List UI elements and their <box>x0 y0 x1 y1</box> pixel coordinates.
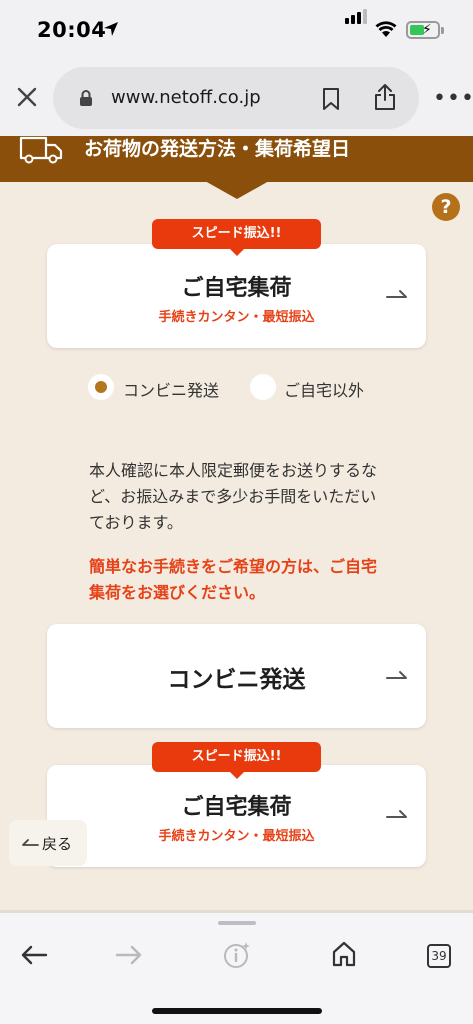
bookmark-icon[interactable] <box>321 87 341 111</box>
conbini-shipping-card[interactable]: コンビニ発送 <box>47 624 426 728</box>
url-text: www.netoff.co.jp <box>111 87 261 108</box>
section-title: お荷物の発送方法・集荷希望日 <box>84 138 351 160</box>
arrow-right-icon <box>386 290 407 298</box>
status-time: 20:04 <box>37 18 107 42</box>
lock-icon <box>80 90 92 106</box>
arrow-right-icon <box>386 810 407 818</box>
home-pickup-card-bottom[interactable]: ご自宅集荷 手続きカンタン・最短振込 <box>47 765 426 867</box>
browser-toolbar: www.netoff.co.jp ••• <box>0 62 473 136</box>
close-icon[interactable] <box>14 84 40 110</box>
help-button[interactable]: ? <box>432 193 460 221</box>
section-header: お荷物の発送方法・集荷希望日 <box>0 136 473 182</box>
info-sparkle-icon[interactable] <box>222 940 252 970</box>
back-button-label: 戻る <box>42 835 73 853</box>
card-title: ご自宅集荷 <box>181 276 292 301</box>
speed-payment-badge: スピード振込!! <box>152 742 321 779</box>
location-arrow-icon <box>104 22 118 36</box>
home-pickup-card[interactable]: ご自宅集荷 手続きカンタン・最短振込 <box>47 244 426 348</box>
notice-text: 簡単なお手続きをご希望の方は、ご自宅集荷をお選びください。 <box>89 557 378 602</box>
radio-other-than-home[interactable] <box>250 374 276 400</box>
radio-conbini-label[interactable]: コンビニ発送 <box>123 377 219 401</box>
description-text: 本人確認に本人限定郵便をお送りするなど、お振込みまで多少お手間をいただいておりま… <box>89 461 378 532</box>
header-pointer <box>205 181 269 199</box>
back-nav-icon[interactable] <box>20 943 48 967</box>
radio-other-than-home-label[interactable]: ご自宅以外 <box>284 377 364 401</box>
share-icon[interactable] <box>373 83 397 111</box>
address-bar[interactable]: www.netoff.co.jp <box>53 67 419 129</box>
battery-tip <box>441 27 444 34</box>
arrow-right-icon <box>386 671 407 679</box>
wifi-icon <box>375 21 397 37</box>
toolbar-grabber[interactable] <box>218 921 256 925</box>
card-title: コンビニ発送 <box>167 667 306 693</box>
card-subtitle: 手続きカンタン・最短振込 <box>158 829 315 844</box>
home-indicator <box>152 1008 322 1014</box>
home-icon[interactable] <box>331 941 357 967</box>
tab-switcher-button[interactable]: 39 <box>427 944 451 968</box>
card-subtitle: 手続きカンタン・最短振込 <box>158 310 315 325</box>
card-title: ご自宅集荷 <box>181 795 292 820</box>
radio-conbini[interactable] <box>88 374 114 400</box>
truck-icon <box>19 136 63 164</box>
forward-nav-icon[interactable] <box>115 943 143 967</box>
speed-payment-badge: スピード振込!! <box>152 219 321 256</box>
back-button[interactable]: 戻る <box>9 820 87 866</box>
battery-icon: ⚡ <box>406 21 440 39</box>
status-bar: 20:04 ⚡ <box>0 0 473 62</box>
more-menu-button[interactable]: ••• <box>433 86 473 111</box>
back-arrow-icon <box>22 839 39 846</box>
